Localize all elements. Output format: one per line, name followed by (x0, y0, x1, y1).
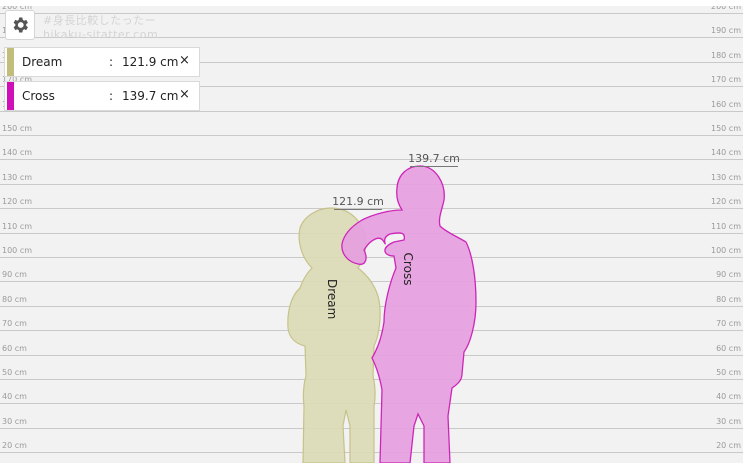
cross-height-line (410, 166, 458, 167)
entry-color-swatch (7, 48, 14, 76)
entry-color-swatch (7, 82, 14, 110)
remove-entry-button[interactable]: × (179, 87, 190, 102)
entry-separator: : (109, 89, 114, 103)
entry-dream[interactable]: Dream : 121.9 cm × (4, 47, 200, 77)
gear-icon (13, 17, 28, 33)
dream-figure-name: Dream (325, 279, 339, 320)
entry-height: 139.7 cm (122, 89, 179, 103)
entry-separator: : (109, 55, 114, 69)
entry-height: 121.9 cm (122, 55, 179, 69)
cross-figure-name: Cross (401, 252, 415, 286)
cross-height-label: 139.7 cm (408, 152, 460, 165)
settings-button[interactable] (5, 10, 35, 40)
comparison-canvas: 200 cm200 cm190 cm190 cm180 cm180 cm170 … (0, 6, 743, 463)
entry-name: Cross (22, 89, 55, 103)
entry-name: Dream (22, 55, 63, 69)
remove-entry-button[interactable]: × (179, 53, 190, 68)
dream-height-line (334, 209, 382, 210)
dream-height-label: 121.9 cm (332, 195, 384, 208)
entry-cross[interactable]: Cross : 139.7 cm × (4, 81, 200, 111)
